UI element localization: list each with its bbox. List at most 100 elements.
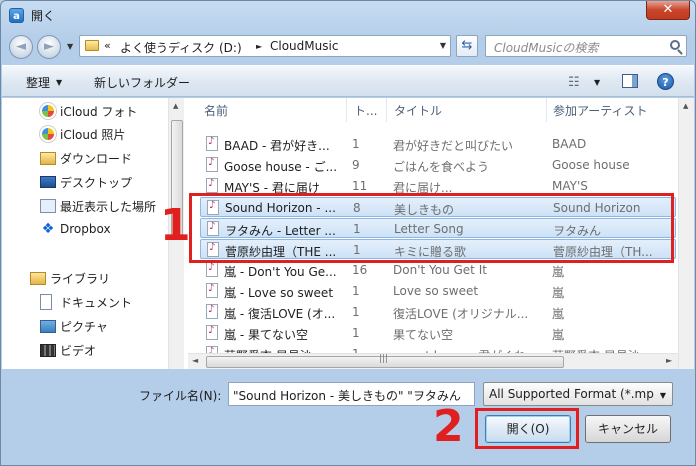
annotation-box-step2 <box>475 408 579 449</box>
horizontal-scroll-thumb[interactable]: ||| <box>206 354 564 368</box>
file-name: 嵐 - 果てない空 <box>224 328 308 342</box>
view-dropdown-icon[interactable]: ▼ <box>594 78 600 87</box>
file-name: Goose house - ご... <box>224 160 338 174</box>
column-header-title[interactable]: タイトル <box>394 102 442 119</box>
sidebar-item-label: ダウンロード <box>60 152 133 166</box>
song-title: 復活LOVE (オリジナル... <box>393 307 529 321</box>
command-bar: 整理 ▼ 新しいフォルダー ☷ ▼ ? <box>2 65 694 97</box>
dropbox-icon: ❖ <box>41 221 55 237</box>
breadcrumb-overflow-icon[interactable]: « <box>104 39 111 52</box>
column-divider[interactable] <box>386 98 387 122</box>
file-type-select[interactable]: All Supported Format (*.mp ▼ <box>483 382 673 406</box>
back-button[interactable]: ◄ <box>9 35 33 59</box>
horizontal-scrollbar[interactable]: ◄ ||| ► <box>188 353 678 369</box>
new-folder-button[interactable]: 新しいフォルダー <box>94 74 190 91</box>
scroll-right-icon[interactable]: ► <box>666 356 672 365</box>
file-name: 嵐 - 復活LOVE (オ... <box>224 307 336 321</box>
folder-icon <box>85 40 99 51</box>
open-file-dialog: a 開く ✕ ◄ ► ▼ « よく使うディスク (D:) ► CloudMusi… <box>0 0 696 466</box>
file-list-scrollbar[interactable]: ▲ <box>678 98 694 369</box>
file-row[interactable]: 嵐 - Don't You Ge... 16 Don't You Get It 嵐 <box>200 260 676 280</box>
file-name: BAAD - 君が好き... <box>224 139 330 153</box>
organize-dropdown-icon[interactable]: ▼ <box>56 78 62 87</box>
breadcrumb-separator-icon[interactable]: ► <box>256 42 262 51</box>
desktop-icon <box>40 176 56 188</box>
file-row[interactable]: 嵐 - Love so sweet 1 Love so sweet 嵐 <box>200 281 676 301</box>
annotation-step1-number: 1 <box>160 200 191 251</box>
artist-name: 嵐 <box>552 286 565 300</box>
song-title: 君が好きだと叫びたい <box>393 139 514 153</box>
scroll-up-icon[interactable]: ▲ <box>173 102 178 110</box>
downloads-folder-icon <box>40 152 56 165</box>
search-input[interactable]: CloudMusicの検索 <box>485 35 687 57</box>
title-bar: a 開く ✕ <box>1 1 695 29</box>
track-number: 1 <box>352 305 360 319</box>
scroll-up-icon[interactable]: ▲ <box>683 102 688 110</box>
navigation-pane: iCloud フォト iCloud 照片 ダウンロード デスクトップ 最近表示し… <box>2 98 184 369</box>
file-row[interactable]: Goose house - ご... 9 ごはんを食べよう Goose house <box>200 155 676 175</box>
music-file-icon <box>206 157 218 172</box>
view-options-icon[interactable]: ☷ <box>568 75 580 90</box>
music-file-icon <box>206 304 218 319</box>
artist-name: 嵐 <box>552 265 565 279</box>
documents-icon <box>40 294 52 310</box>
music-file-icon <box>206 283 218 298</box>
preview-pane-icon[interactable] <box>622 74 638 88</box>
file-name: 嵐 - Love so sweet <box>224 286 334 300</box>
scroll-left-icon[interactable]: ◄ <box>192 356 198 365</box>
sidebar-item-label: iCloud フォト <box>60 105 138 119</box>
sidebar-item-label: ピクチャ <box>60 320 108 334</box>
sidebar-item-label: デスクトップ <box>60 176 133 190</box>
artist-name: BAAD <box>552 137 587 151</box>
close-button[interactable]: ✕ <box>646 1 690 20</box>
filename-label: ファイル名(N): <box>139 389 222 403</box>
file-name: 嵐 - Don't You Ge... <box>224 265 337 279</box>
column-header-track[interactable]: ト... <box>354 102 377 119</box>
organize-button[interactable]: 整理 <box>26 74 50 91</box>
song-title: Love so sweet <box>393 284 479 298</box>
library-icon <box>30 272 46 285</box>
address-bar[interactable]: « よく使うディスク (D:) ► CloudMusic ▼ <box>79 35 451 57</box>
track-number: 9 <box>352 158 360 172</box>
breadcrumb-cloudmusic[interactable]: CloudMusic <box>270 39 338 53</box>
scroll-grip-icon: ||| <box>379 354 389 364</box>
search-placeholder: CloudMusicの検索 <box>494 41 599 55</box>
track-number: 16 <box>352 263 368 277</box>
column-divider[interactable] <box>546 98 547 122</box>
track-number: 1 <box>352 284 360 298</box>
column-header-artist[interactable]: 参加アーティスト <box>553 102 648 119</box>
artist-name: MAY'S <box>552 179 588 193</box>
track-number: 1 <box>352 137 360 151</box>
annotation-box-step1 <box>189 193 674 263</box>
song-title: 果てない空 <box>393 328 454 342</box>
forward-button[interactable]: ► <box>37 35 61 59</box>
sidebar-item-label: ドキュメント <box>60 296 133 310</box>
window-title: 開く <box>31 9 56 23</box>
cancel-button[interactable]: キャンセル <box>585 415 671 443</box>
chevron-down-icon[interactable]: ▼ <box>660 391 666 400</box>
pictures-icon <box>40 320 56 333</box>
recent-pages-dropdown-icon[interactable]: ▼ <box>67 42 73 51</box>
icloud-photos-icon <box>40 103 56 119</box>
file-row[interactable]: 嵐 - 復活LOVE (オ... 1 復活LOVE (オリジナル... 嵐 <box>200 302 676 322</box>
column-divider[interactable] <box>346 98 347 122</box>
help-icon[interactable]: ? <box>657 73 674 90</box>
breadcrumb-drive[interactable]: よく使うディスク (D:) <box>120 39 242 56</box>
artist-name: Goose house <box>552 158 630 172</box>
artist-name: 嵐 <box>552 307 565 321</box>
music-file-icon <box>206 325 218 340</box>
refresh-button[interactable]: ⇆ <box>456 35 478 57</box>
song-title: ごはんを食べよう <box>393 160 490 174</box>
song-title: Don't You Get It <box>393 263 487 277</box>
music-file-icon <box>206 178 218 193</box>
file-row[interactable]: 嵐 - 果てない空 1 果てない空 嵐 <box>200 323 676 343</box>
track-number: 11 <box>352 179 368 193</box>
music-file-icon <box>206 136 218 151</box>
file-type-value: All Supported Format (*.mp <box>489 387 654 401</box>
sidebar-item-label: 最近表示した場所 <box>60 200 157 214</box>
address-dropdown-icon[interactable]: ▼ <box>440 41 446 50</box>
sidebar-item-label: ビデオ <box>60 344 97 358</box>
search-icon[interactable] <box>670 40 680 50</box>
file-row[interactable]: BAAD - 君が好き... 1 君が好きだと叫びたい BAAD <box>200 134 676 154</box>
column-header-name[interactable]: 名前 <box>204 102 228 119</box>
